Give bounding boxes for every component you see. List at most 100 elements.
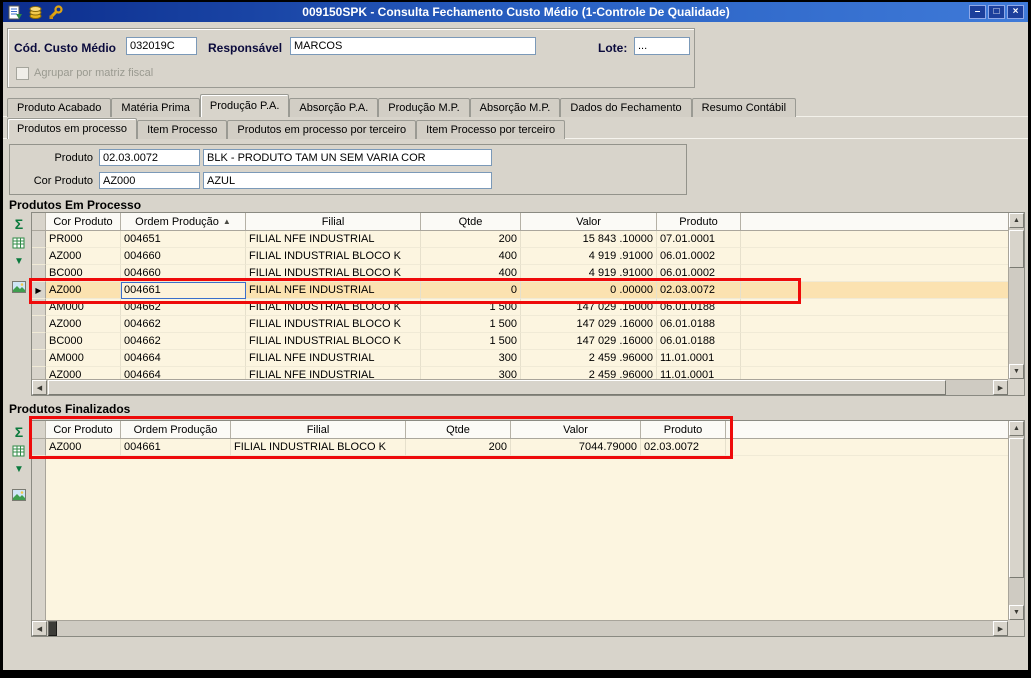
scroll-right-icon[interactable]: ▶ <box>993 621 1008 636</box>
cell-filial[interactable]: FILIAL NFE INDUSTRIAL <box>246 367 421 379</box>
table-row[interactable]: BC000 004662 FILIAL INDUSTRIAL BLOCO K1 50… <box>32 333 1008 350</box>
tab-resumo-contabil[interactable]: Resumo Contábil <box>691 98 797 117</box>
report-icon[interactable] <box>7 4 23 20</box>
cell-qtde[interactable]: 200 <box>421 231 521 248</box>
cell-produto[interactable]: 02.03.0072 <box>657 282 741 299</box>
column-header-ordem-producao[interactable]: Ordem Produção ▲ <box>121 213 246 230</box>
cell-ordem[interactable]: 004661 <box>121 282 246 299</box>
column-header-ordem-producao[interactable]: Ordem Produção <box>121 421 231 438</box>
cell-cor[interactable]: PR000 <box>46 231 121 248</box>
cell-filial[interactable]: FILIAL NFE INDUSTRIAL <box>246 231 421 248</box>
cell-filial[interactable]: FILIAL INDUSTRIAL BLOCO K <box>246 248 421 265</box>
scroll-up-icon[interactable]: ▲ <box>1009 213 1024 228</box>
scroll-left-icon[interactable]: ◀ <box>32 621 47 636</box>
column-header-filial[interactable]: Filial <box>246 213 421 230</box>
table-row[interactable]: AM000 004662 FILIAL INDUSTRIAL BLOCO K1 50… <box>32 299 1008 316</box>
cell-qtde[interactable]: 400 <box>421 265 521 282</box>
produtos-em-processo-grid[interactable]: Cor Produto Ordem Produção ▲ Filial Qtde Valo… <box>31 212 1025 396</box>
cell-qtde[interactable]: 300 <box>421 367 521 379</box>
cell-ordem[interactable]: 004664 <box>121 367 246 379</box>
column-header-cor-produto[interactable]: Cor Produto <box>46 213 121 230</box>
scroll-left-icon[interactable]: ◀ <box>32 380 47 395</box>
produto-desc-input[interactable] <box>203 149 492 166</box>
cell-valor[interactable]: 15 843 .10000 <box>521 231 657 248</box>
horizontal-scrollbar-thumb[interactable] <box>48 621 57 636</box>
cell-filial[interactable]: FILIAL INDUSTRIAL BLOCO K <box>231 439 406 456</box>
horizontal-scrollbar-thumb[interactable] <box>48 380 946 395</box>
cell-cor[interactable]: AZ000 <box>46 439 121 456</box>
cell-produto[interactable]: 06.01.0188 <box>657 299 741 316</box>
cell-ordem[interactable]: 004651 <box>121 231 246 248</box>
horizontal-scrollbar[interactable]: ◀ ▶ <box>32 620 1008 636</box>
cell-ordem[interactable]: 004662 <box>121 316 246 333</box>
column-header-produto[interactable]: Produto <box>641 421 726 438</box>
cell-filial[interactable]: FILIAL INDUSTRIAL BLOCO K <box>246 299 421 316</box>
cell-ordem[interactable]: 004662 <box>121 333 246 350</box>
tab-producao-p-a[interactable]: Produção P.A. <box>199 94 290 117</box>
column-header-produto[interactable]: Produto <box>657 213 741 230</box>
agrupar-checkbox[interactable] <box>16 67 29 80</box>
scroll-right-icon[interactable]: ▶ <box>993 380 1008 395</box>
cell-filial[interactable]: FILIAL INDUSTRIAL BLOCO K <box>246 316 421 333</box>
table-row[interactable]: AZ000 004661 FILIAL INDUSTRIAL BLOCO K 200 7… <box>32 439 1008 456</box>
tab-dados-do-fechamento[interactable]: Dados do Fechamento <box>560 98 692 117</box>
cell-cor[interactable]: AZ000 <box>46 248 121 265</box>
cell-cor[interactable]: AZ000 <box>46 282 121 299</box>
cell-cor[interactable]: AM000 <box>46 299 121 316</box>
close-button[interactable]: × <box>1007 5 1024 19</box>
image-icon[interactable] <box>10 486 28 503</box>
cell-valor[interactable]: 147 029 .16000 <box>521 333 657 350</box>
cell-qtde[interactable]: 1 500 <box>421 299 521 316</box>
tab-absorcao-m-p[interactable]: Absorção M.P. <box>469 98 561 117</box>
cell-ordem[interactable]: 004664 <box>121 350 246 367</box>
cell-produto[interactable]: 06.01.0002 <box>657 265 741 282</box>
cell-cor[interactable]: BC000 <box>46 265 121 282</box>
table-row[interactable]: ▶ AZ000 004661 FILIAL NFE INDUSTRIAL 0 0 .000… <box>32 282 1008 299</box>
cell-valor[interactable]: 7044.79000 <box>511 439 641 456</box>
cell-cor[interactable]: AZ000 <box>46 316 121 333</box>
maximize-button[interactable]: □ <box>988 5 1005 19</box>
scroll-up-icon[interactable]: ▲ <box>1009 421 1024 436</box>
cell-filial[interactable]: FILIAL NFE INDUSTRIAL <box>246 282 421 299</box>
produto-code-input[interactable] <box>99 149 200 166</box>
cell-valor[interactable]: 147 029 .16000 <box>521 316 657 333</box>
cell-produto[interactable]: 07.01.0001 <box>657 231 741 248</box>
column-header-filial[interactable]: Filial <box>231 421 406 438</box>
cell-ordem[interactable]: 004660 <box>121 265 246 282</box>
export-grid-icon[interactable] <box>10 442 28 459</box>
subtab-item-processo-por-terceiro[interactable]: Item Processo por terceiro <box>416 120 566 139</box>
cell-cor[interactable]: BC000 <box>46 333 121 350</box>
vertical-scrollbar-thumb[interactable] <box>1009 438 1024 578</box>
sum-icon[interactable]: Σ <box>10 215 28 232</box>
cell-ordem[interactable]: 004661 <box>121 439 231 456</box>
table-row[interactable]: AZ000 004660 FILIAL INDUSTRIAL BLOCO K 400 4… <box>32 248 1008 265</box>
cell-produto[interactable]: 06.01.0188 <box>657 316 741 333</box>
vertical-scrollbar[interactable]: ▲ ▼ <box>1008 421 1024 620</box>
sum-icon[interactable]: Σ <box>10 423 28 440</box>
cell-produto[interactable]: 02.03.0072 <box>641 439 726 456</box>
minimize-button[interactable]: – <box>969 5 986 19</box>
cell-produto[interactable]: 06.01.0002 <box>657 248 741 265</box>
cell-valor[interactable]: 0 .00000 <box>521 282 657 299</box>
cell-qtde[interactable]: 0 <box>421 282 521 299</box>
cell-cor[interactable]: AM000 <box>46 350 121 367</box>
produtos-finalizados-grid[interactable]: Cor Produto Ordem Produção Filial Qtde Valor… <box>31 420 1025 637</box>
lote-input[interactable] <box>634 37 690 55</box>
table-row[interactable]: PR000 004651 FILIAL NFE INDUSTRIAL 200 15 84… <box>32 231 1008 248</box>
horizontal-scrollbar[interactable]: ◀ ▶ <box>32 379 1008 395</box>
cell-valor[interactable]: 147 029 .16000 <box>521 299 657 316</box>
subtab-produtos-em-processo[interactable]: Produtos em processo <box>7 118 138 139</box>
table-row[interactable]: BC000 004660 FILIAL INDUSTRIAL BLOCO K 400 4… <box>32 265 1008 282</box>
cell-ordem[interactable]: 004660 <box>121 248 246 265</box>
responsavel-input[interactable] <box>290 37 536 55</box>
cell-valor[interactable]: 4 919 .91000 <box>521 248 657 265</box>
cell-qtde[interactable]: 1 500 <box>421 316 521 333</box>
cell-ordem[interactable]: 004662 <box>121 299 246 316</box>
down-arrow-icon[interactable]: ▼ <box>10 461 28 478</box>
cell-qtde[interactable]: 400 <box>421 248 521 265</box>
cell-produto[interactable]: 11.01.0001 <box>657 367 741 379</box>
column-header-valor[interactable]: Valor <box>521 213 657 230</box>
cor-desc-input[interactable] <box>203 172 492 189</box>
column-header-valor[interactable]: Valor <box>511 421 641 438</box>
scroll-down-icon[interactable]: ▼ <box>1009 605 1024 620</box>
